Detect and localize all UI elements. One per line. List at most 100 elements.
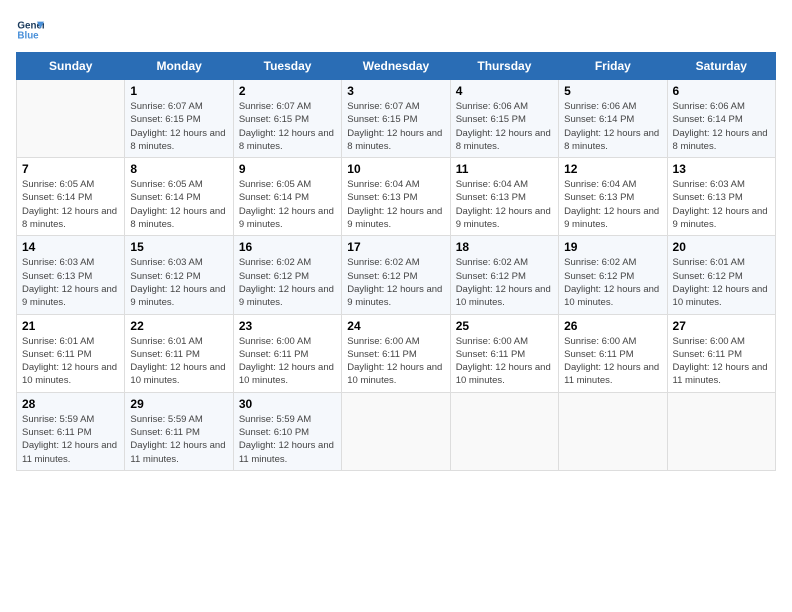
day-number: 17 <box>347 240 444 254</box>
logo-icon: General Blue <box>16 16 44 44</box>
day-number: 4 <box>456 84 553 98</box>
day-info: Sunrise: 6:03 AMSunset: 6:13 PMDaylight:… <box>673 178 770 231</box>
day-info: Sunrise: 6:03 AMSunset: 6:13 PMDaylight:… <box>22 256 119 309</box>
calendar-cell: 19 Sunrise: 6:02 AMSunset: 6:12 PMDayligh… <box>559 236 667 314</box>
header-tuesday: Tuesday <box>233 53 341 80</box>
week-row-1: 1 Sunrise: 6:07 AMSunset: 6:15 PMDaylight… <box>17 80 776 158</box>
day-number: 20 <box>673 240 770 254</box>
day-number: 29 <box>130 397 227 411</box>
calendar-cell: 26 Sunrise: 6:00 AMSunset: 6:11 PMDayligh… <box>559 314 667 392</box>
day-number: 21 <box>22 319 119 333</box>
day-number: 15 <box>130 240 227 254</box>
calendar-cell: 24 Sunrise: 6:00 AMSunset: 6:11 PMDayligh… <box>342 314 450 392</box>
calendar-cell: 16Sunrise: 6:02 AMSunset: 6:12 PMDayligh… <box>233 236 341 314</box>
calendar-cell: 17 Sunrise: 6:02 AMSunset: 6:12 PMDayligh… <box>342 236 450 314</box>
calendar-cell: 25 Sunrise: 6:00 AMSunset: 6:11 PMDayligh… <box>450 314 558 392</box>
header-monday: Monday <box>125 53 233 80</box>
day-info: Sunrise: 6:01 AMSunset: 6:11 PMDaylight:… <box>22 335 119 388</box>
calendar-cell: 27Sunrise: 6:00 AMSunset: 6:11 PMDayligh… <box>667 314 775 392</box>
day-number: 14 <box>22 240 119 254</box>
week-row-2: 7 Sunrise: 6:05 AMSunset: 6:14 PMDaylight… <box>17 158 776 236</box>
calendar-cell <box>17 80 125 158</box>
header-friday: Friday <box>559 53 667 80</box>
calendar-table: SundayMondayTuesdayWednesdayThursdayFrid… <box>16 52 776 471</box>
calendar-cell: 21 Sunrise: 6:01 AMSunset: 6:11 PMDayligh… <box>17 314 125 392</box>
day-number: 26 <box>564 319 661 333</box>
day-number: 11 <box>456 162 553 176</box>
header-wednesday: Wednesday <box>342 53 450 80</box>
day-info: Sunrise: 6:03 AMSunset: 6:12 PMDaylight:… <box>130 256 227 309</box>
calendar-cell: 28 Sunrise: 5:59 AMSunset: 6:11 PMDayligh… <box>17 392 125 470</box>
day-number: 25 <box>456 319 553 333</box>
calendar-cell: 13Sunrise: 6:03 AMSunset: 6:13 PMDayligh… <box>667 158 775 236</box>
calendar-cell: 11 Sunrise: 6:04 AMSunset: 6:13 PMDayligh… <box>450 158 558 236</box>
day-info: Sunrise: 6:01 AMSunset: 6:12 PMDaylight:… <box>673 256 770 309</box>
calendar-body: 1 Sunrise: 6:07 AMSunset: 6:15 PMDaylight… <box>17 80 776 471</box>
calendar-cell: 5Sunrise: 6:06 AMSunset: 6:14 PMDaylight… <box>559 80 667 158</box>
day-info: Sunrise: 6:06 AMSunset: 6:14 PMDaylight:… <box>673 100 770 153</box>
day-number: 22 <box>130 319 227 333</box>
calendar-cell: 2 Sunrise: 6:07 AMSunset: 6:15 PMDaylight… <box>233 80 341 158</box>
day-number: 1 <box>130 84 227 98</box>
calendar-cell <box>450 392 558 470</box>
day-number: 23 <box>239 319 336 333</box>
day-number: 7 <box>22 162 119 176</box>
day-number: 18 <box>456 240 553 254</box>
calendar-cell: 22 Sunrise: 6:01 AMSunset: 6:11 PMDayligh… <box>125 314 233 392</box>
day-info: Sunrise: 6:05 AMSunset: 6:14 PMDaylight:… <box>22 178 119 231</box>
calendar-cell: 20 Sunrise: 6:01 AMSunset: 6:12 PMDayligh… <box>667 236 775 314</box>
day-number: 6 <box>673 84 770 98</box>
day-info: Sunrise: 6:00 AMSunset: 6:11 PMDaylight:… <box>564 335 661 388</box>
calendar-cell: 12 Sunrise: 6:04 AMSunset: 6:13 PMDayligh… <box>559 158 667 236</box>
calendar-cell: 15 Sunrise: 6:03 AMSunset: 6:12 PMDayligh… <box>125 236 233 314</box>
day-info: Sunrise: 6:04 AMSunset: 6:13 PMDaylight:… <box>456 178 553 231</box>
day-info: Sunrise: 6:02 AMSunset: 6:12 PMDaylight:… <box>239 256 336 309</box>
day-info: Sunrise: 6:00 AMSunset: 6:11 PMDaylight:… <box>456 335 553 388</box>
week-row-4: 21 Sunrise: 6:01 AMSunset: 6:11 PMDayligh… <box>17 314 776 392</box>
day-info: Sunrise: 6:00 AMSunset: 6:11 PMDaylight:… <box>673 335 770 388</box>
calendar-cell: 3Sunrise: 6:07 AMSunset: 6:15 PMDaylight… <box>342 80 450 158</box>
day-info: Sunrise: 6:05 AMSunset: 6:14 PMDaylight:… <box>239 178 336 231</box>
day-number: 19 <box>564 240 661 254</box>
calendar-cell: 9Sunrise: 6:05 AMSunset: 6:14 PMDaylight… <box>233 158 341 236</box>
calendar-cell: 29 Sunrise: 5:59 AMSunset: 6:11 PMDayligh… <box>125 392 233 470</box>
day-info: Sunrise: 6:02 AMSunset: 6:12 PMDaylight:… <box>564 256 661 309</box>
day-number: 3 <box>347 84 444 98</box>
day-info: Sunrise: 6:02 AMSunset: 6:12 PMDaylight:… <box>347 256 444 309</box>
calendar-cell: 6 Sunrise: 6:06 AMSunset: 6:14 PMDaylight… <box>667 80 775 158</box>
day-info: Sunrise: 6:00 AMSunset: 6:11 PMDaylight:… <box>347 335 444 388</box>
header: General Blue <box>16 16 776 44</box>
day-number: 30 <box>239 397 336 411</box>
day-number: 5 <box>564 84 661 98</box>
header-thursday: Thursday <box>450 53 558 80</box>
calendar-cell <box>667 392 775 470</box>
calendar-cell: 10Sunrise: 6:04 AMSunset: 6:13 PMDayligh… <box>342 158 450 236</box>
calendar-cell: 4 Sunrise: 6:06 AMSunset: 6:15 PMDaylight… <box>450 80 558 158</box>
day-info: Sunrise: 6:07 AMSunset: 6:15 PMDaylight:… <box>130 100 227 153</box>
day-info: Sunrise: 6:01 AMSunset: 6:11 PMDaylight:… <box>130 335 227 388</box>
day-info: Sunrise: 6:06 AMSunset: 6:15 PMDaylight:… <box>456 100 553 153</box>
calendar-cell: 1 Sunrise: 6:07 AMSunset: 6:15 PMDaylight… <box>125 80 233 158</box>
day-info: Sunrise: 6:05 AMSunset: 6:14 PMDaylight:… <box>130 178 227 231</box>
calendar-cell <box>559 392 667 470</box>
calendar-cell: 18 Sunrise: 6:02 AMSunset: 6:12 PMDayligh… <box>450 236 558 314</box>
day-number: 2 <box>239 84 336 98</box>
day-info: Sunrise: 5:59 AMSunset: 6:10 PMDaylight:… <box>239 413 336 466</box>
day-info: Sunrise: 5:59 AMSunset: 6:11 PMDaylight:… <box>130 413 227 466</box>
calendar-header: SundayMondayTuesdayWednesdayThursdayFrid… <box>17 53 776 80</box>
day-number: 12 <box>564 162 661 176</box>
svg-text:Blue: Blue <box>17 30 39 41</box>
calendar-cell: 23Sunrise: 6:00 AMSunset: 6:11 PMDayligh… <box>233 314 341 392</box>
day-info: Sunrise: 6:07 AMSunset: 6:15 PMDaylight:… <box>239 100 336 153</box>
day-info: Sunrise: 5:59 AMSunset: 6:11 PMDaylight:… <box>22 413 119 466</box>
day-info: Sunrise: 6:02 AMSunset: 6:12 PMDaylight:… <box>456 256 553 309</box>
day-number: 8 <box>130 162 227 176</box>
header-saturday: Saturday <box>667 53 775 80</box>
day-info: Sunrise: 6:04 AMSunset: 6:13 PMDaylight:… <box>564 178 661 231</box>
day-number: 28 <box>22 397 119 411</box>
header-row: SundayMondayTuesdayWednesdayThursdayFrid… <box>17 53 776 80</box>
day-number: 10 <box>347 162 444 176</box>
calendar-cell: 8 Sunrise: 6:05 AMSunset: 6:14 PMDaylight… <box>125 158 233 236</box>
day-number: 24 <box>347 319 444 333</box>
calendar-cell <box>342 392 450 470</box>
